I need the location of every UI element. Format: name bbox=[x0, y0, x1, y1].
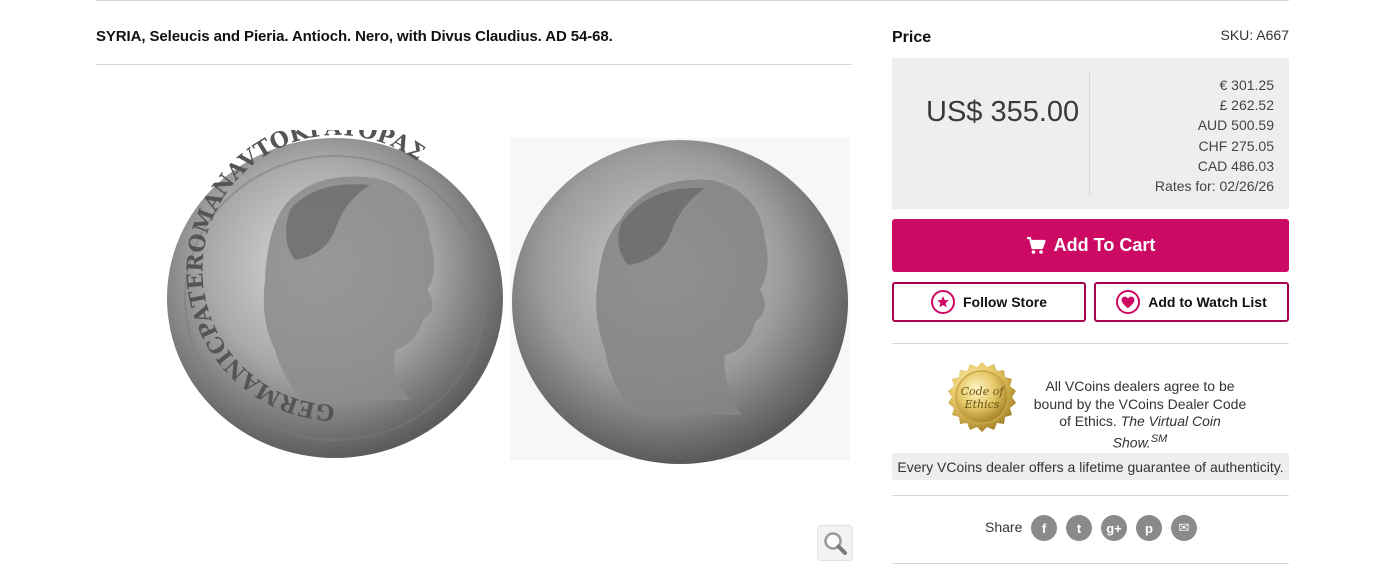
divider bbox=[892, 563, 1289, 564]
rate-cad: CAD 486.03 bbox=[1197, 157, 1274, 174]
reverse-coin bbox=[510, 138, 850, 464]
follow-store-button[interactable]: Follow Store bbox=[892, 282, 1086, 322]
price-divider bbox=[1089, 72, 1090, 196]
facebook-icon[interactable]: f bbox=[1031, 515, 1057, 541]
coin-photo: GERMANICPATEROMANAVTOKPATOPAΣ bbox=[167, 130, 850, 464]
rate-eur: € 301.25 bbox=[1219, 77, 1275, 93]
add-to-watch-list-button[interactable]: Add to Watch List bbox=[1094, 282, 1289, 322]
title-divider bbox=[96, 64, 852, 65]
heart-icon bbox=[1116, 290, 1141, 314]
authenticity-guarantee: Every VCoins dealer offers a lifetime gu… bbox=[892, 453, 1289, 480]
follow-store-label: Follow Store bbox=[963, 294, 1047, 310]
price-box: US$ 355.00 € 301.25 £ 262.52 AUD 500.59 … bbox=[892, 58, 1289, 209]
zoom-button[interactable] bbox=[817, 525, 853, 561]
rates-date: Rates for: 02/26/26 bbox=[1154, 178, 1274, 195]
rate-chf: CHF 275.05 bbox=[1198, 137, 1274, 154]
rate-aud: AUD 500.59 bbox=[1197, 117, 1274, 134]
coin-images[interactable]: GERMANICPATEROMANAVTOKPATOPAΣ bbox=[165, 130, 855, 465]
cart-icon bbox=[1026, 236, 1046, 255]
svg-text:Ethics: Ethics bbox=[964, 398, 1000, 411]
divider bbox=[892, 343, 1289, 344]
add-to-cart-label: Add To Cart bbox=[1053, 235, 1156, 255]
share-icons: f t g+ p ✉ bbox=[1031, 515, 1197, 541]
code-of-ethics-seal: Code of Ethics bbox=[948, 362, 1016, 432]
star-icon bbox=[931, 290, 955, 314]
add-to-cart-button[interactable]: Add To Cart bbox=[892, 219, 1289, 272]
pinterest-icon[interactable]: p bbox=[1136, 515, 1162, 541]
rate-gbp: £ 262.52 bbox=[1219, 97, 1275, 114]
svg-text:Code of: Code of bbox=[961, 385, 1006, 398]
share-label: Share bbox=[985, 519, 1023, 535]
sku-label: SKU: A667 bbox=[1220, 27, 1290, 43]
main-price: US$ 355.00 bbox=[926, 96, 1080, 128]
twitter-icon[interactable]: t bbox=[1066, 515, 1092, 541]
google-plus-icon[interactable]: g+ bbox=[1101, 515, 1127, 541]
obverse-coin: GERMANICPATEROMANAVTOKPATOPAΣ bbox=[167, 130, 503, 458]
watch-list-label: Add to Watch List bbox=[1148, 294, 1267, 310]
top-divider bbox=[96, 0, 1289, 1]
currency-rates: € 301.25 £ 262.52 AUD 500.59 CHF 275.05 … bbox=[1155, 75, 1274, 196]
listing-title: SYRIA, Seleucis and Pieria. Antioch. Ner… bbox=[96, 28, 613, 45]
divider bbox=[892, 495, 1289, 496]
magnifier-icon bbox=[824, 532, 847, 555]
email-icon[interactable]: ✉ bbox=[1171, 515, 1197, 541]
ethics-statement: All VCoins dealers agree to be bound by … bbox=[1033, 378, 1247, 451]
service-mark: SM bbox=[1150, 432, 1168, 445]
price-label: Price bbox=[892, 29, 932, 46]
